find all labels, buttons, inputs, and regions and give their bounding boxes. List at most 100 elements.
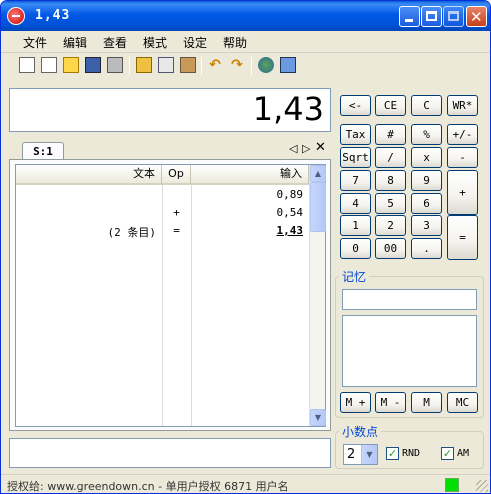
scroll-up-icon[interactable]: ▲ <box>310 165 326 182</box>
toolbar-separator <box>251 57 252 75</box>
scroll-down-icon[interactable]: ▼ <box>310 409 326 426</box>
column-header-op[interactable]: Op <box>162 165 191 185</box>
key-decimal[interactable]: . <box>411 238 442 259</box>
key-7[interactable]: 7 <box>340 170 371 191</box>
status-bar: 授权给: www.greendown.cn - 单用户授权 6871 用户名 <box>1 474 490 493</box>
maximize-icon <box>426 11 437 21</box>
row-input: 0,89 <box>276 188 304 201</box>
folder-icon[interactable] <box>136 57 152 73</box>
table-row[interactable]: 0,89 <box>16 186 309 204</box>
menu-view[interactable]: 查看 <box>103 34 127 51</box>
tape-grid: 文本 Op 输入 0,89 + 0,54 (2 条目) = 1,43 ▲ ▼ <box>15 164 326 427</box>
key-6[interactable]: 6 <box>411 193 442 214</box>
display-value: 1,43 <box>252 90 324 128</box>
key-3[interactable]: 3 <box>411 215 442 236</box>
rnd-label: RND <box>402 448 421 459</box>
key-1[interactable]: 1 <box>340 215 371 236</box>
app-icon[interactable] <box>7 7 25 25</box>
tab-next-icon[interactable]: ▷ <box>302 142 310 155</box>
toolbar-separator <box>201 57 202 75</box>
key-multiply[interactable]: x <box>411 147 442 168</box>
memory-list[interactable] <box>342 315 477 387</box>
tab-prev-icon[interactable]: ◁ <box>289 142 297 155</box>
decimals-group-title: 小数点 <box>339 423 382 440</box>
am-checkbox[interactable]: ✓ <box>441 447 454 460</box>
calculator-window: 1,43 ✕ 文件 编辑 查看 模式 设定 帮助 ↶ ↷ 1,43 S:1 ◁ … <box>0 0 491 494</box>
key-memory-clear[interactable]: MC <box>447 392 478 413</box>
menu-file[interactable]: 文件 <box>23 34 47 51</box>
status-indicator <box>445 478 459 492</box>
key-backspace[interactable]: <- <box>340 95 371 116</box>
key-tax[interactable]: Tax <box>340 124 371 145</box>
status-text: 授权给: www.greendown.cn - 单用户授权 6871 用户名 <box>7 480 289 493</box>
print-icon[interactable] <box>107 57 123 73</box>
toolbar-separator <box>129 57 130 75</box>
key-memory-subtract[interactable]: M - <box>375 392 406 413</box>
key-00[interactable]: 00 <box>375 238 406 259</box>
key-9[interactable]: 9 <box>411 170 442 191</box>
chevron-down-icon[interactable]: ▼ <box>361 445 377 464</box>
toolbar: ↶ ↷ <box>1 53 490 79</box>
row-total: 1,43 <box>276 224 304 237</box>
memory-value-field[interactable] <box>342 289 477 310</box>
key-c[interactable]: C <box>411 95 442 116</box>
menu-help[interactable]: 帮助 <box>223 34 247 51</box>
key-sqrt[interactable]: Sqrt <box>340 147 371 168</box>
restore-icon <box>448 11 459 21</box>
key-negate[interactable]: +/- <box>447 124 478 145</box>
key-divide[interactable]: / <box>375 147 406 168</box>
column-header-text[interactable]: 文本 <box>16 165 162 185</box>
key-hash[interactable]: # <box>375 124 406 145</box>
key-0[interactable]: 0 <box>340 238 371 259</box>
window-title: 1,43 <box>35 8 71 23</box>
result-display: 1,43 <box>9 88 331 132</box>
table-row[interactable]: (2 条目) = 1,43 <box>16 222 309 240</box>
table-row[interactable]: + 0,54 <box>16 204 309 222</box>
key-memory-add[interactable]: M + <box>340 392 371 413</box>
copy-icon[interactable] <box>158 57 174 73</box>
minimize-button[interactable] <box>399 6 420 27</box>
save-icon[interactable] <box>85 57 101 73</box>
new-icon[interactable] <box>19 57 35 73</box>
key-2[interactable]: 2 <box>375 215 406 236</box>
key-wr[interactable]: WR* <box>447 95 478 116</box>
decimals-select[interactable]: 2 ▼ <box>343 444 378 465</box>
key-8[interactable]: 8 <box>375 170 406 191</box>
tape-scrollbar[interactable]: ▲ ▼ <box>309 165 326 426</box>
scroll-thumb[interactable] <box>310 182 326 232</box>
users-icon[interactable] <box>258 57 274 73</box>
key-minus[interactable]: - <box>447 147 478 168</box>
menu-edit[interactable]: 编辑 <box>63 34 87 51</box>
am-label: AM <box>457 448 470 459</box>
column-header-input[interactable]: 输入 <box>191 165 309 185</box>
key-4[interactable]: 4 <box>340 193 371 214</box>
blank-icon[interactable] <box>41 57 57 73</box>
menu-settings[interactable]: 设定 <box>183 34 207 51</box>
tab-tape-s1[interactable]: S:1 <box>22 142 64 160</box>
restore-button[interactable] <box>443 6 464 27</box>
open-icon[interactable] <box>63 57 79 73</box>
row-input: 0,54 <box>276 206 304 219</box>
maximize-button[interactable] <box>421 6 442 27</box>
close-button[interactable]: ✕ <box>466 6 487 27</box>
undo-icon[interactable]: ↶ <box>207 57 223 73</box>
resize-grip-icon[interactable] <box>476 480 488 492</box>
key-memory-recall[interactable]: M <box>411 392 442 413</box>
memory-group-title: 记忆 <box>339 268 370 285</box>
key-plus[interactable]: + <box>447 170 478 215</box>
tape-comment-field[interactable] <box>9 438 331 468</box>
minimize-icon <box>405 19 413 22</box>
title-bar[interactable]: 1,43 ✕ <box>1 1 490 31</box>
key-ce[interactable]: CE <box>375 95 406 116</box>
key-percent[interactable]: % <box>411 124 442 145</box>
rnd-checkbox[interactable]: ✓ <box>386 447 399 460</box>
paste-icon[interactable] <box>180 57 196 73</box>
redo-icon[interactable]: ↷ <box>229 57 245 73</box>
close-icon: ✕ <box>470 8 483 26</box>
key-equals[interactable]: = <box>447 215 478 260</box>
tape-panel: 文本 Op 输入 0,89 + 0,54 (2 条目) = 1,43 ▲ ▼ <box>9 159 331 431</box>
key-5[interactable]: 5 <box>375 193 406 214</box>
book-icon[interactable] <box>280 57 296 73</box>
tab-close-icon[interactable]: ✕ <box>315 140 326 155</box>
menu-mode[interactable]: 模式 <box>143 34 167 51</box>
